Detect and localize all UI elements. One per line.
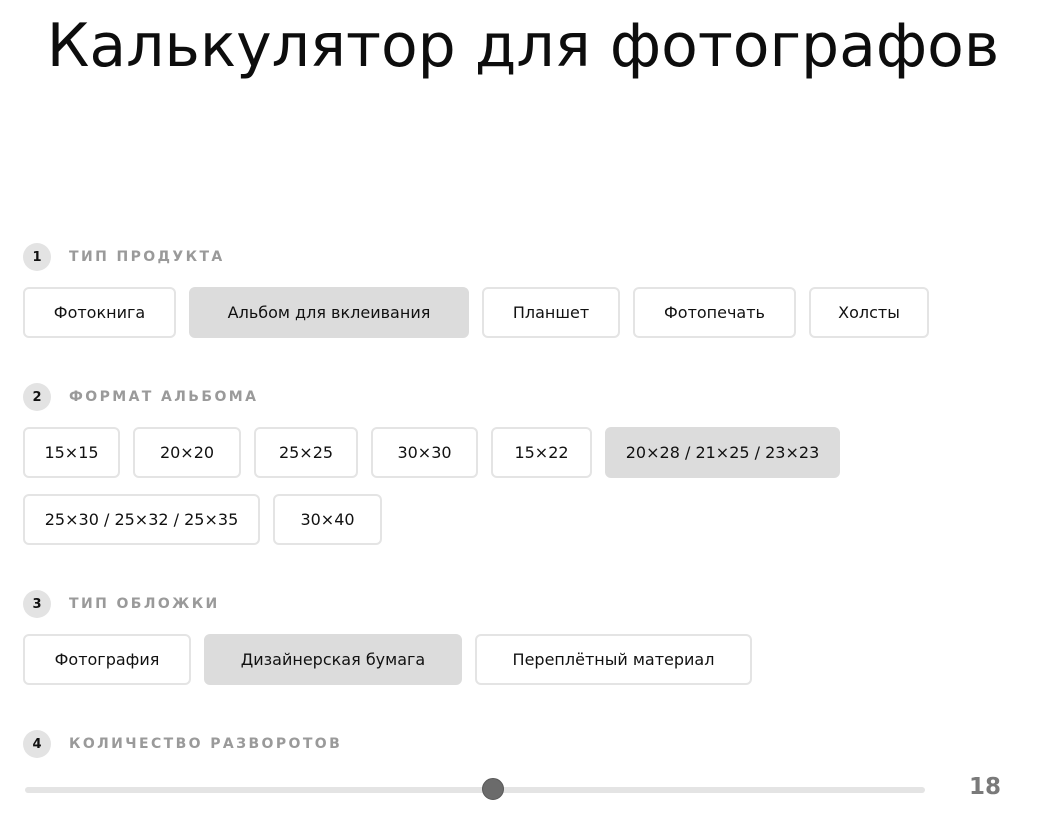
option-format-30x30[interactable]: 30×30 bbox=[371, 427, 478, 478]
section-label: ТИП ПРОДУКТА bbox=[69, 249, 225, 265]
option-photobook[interactable]: Фотокнига bbox=[23, 287, 176, 338]
option-cover-designer-paper[interactable]: Дизайнерская бумага bbox=[204, 634, 462, 685]
section-header-spreads-count: 4 КОЛИЧЕСТВО РАЗВОРОТОВ bbox=[23, 730, 342, 758]
option-format-15x15[interactable]: 15×15 bbox=[23, 427, 120, 478]
cover-type-options: Фотография Дизайнерская бумага Переплётн… bbox=[23, 634, 752, 685]
step-number-badge: 4 bbox=[23, 730, 51, 758]
section-label: КОЛИЧЕСТВО РАЗВОРОТОВ bbox=[69, 736, 343, 752]
option-format-20x28-21x25-23x23[interactable]: 20×28 / 21×25 / 23×23 bbox=[605, 427, 840, 478]
slider-thumb[interactable] bbox=[482, 778, 504, 800]
section-label: ФОРМАТ АЛЬБОМА bbox=[69, 389, 259, 405]
album-format-options-row-2: 25×30 / 25×32 / 25×35 30×40 bbox=[23, 494, 382, 545]
option-format-15x22[interactable]: 15×22 bbox=[491, 427, 592, 478]
section-header-cover-type: 3 ТИП ОБЛОЖКИ bbox=[23, 590, 220, 618]
spreads-slider[interactable] bbox=[25, 778, 925, 800]
step-number-badge: 3 bbox=[23, 590, 51, 618]
option-tablet[interactable]: Планшет bbox=[482, 287, 620, 338]
option-format-25x25[interactable]: 25×25 bbox=[254, 427, 358, 478]
slider-track[interactable] bbox=[25, 787, 925, 793]
section-label: ТИП ОБЛОЖКИ bbox=[69, 596, 220, 612]
step-number-badge: 2 bbox=[23, 383, 51, 411]
option-format-20x20[interactable]: 20×20 bbox=[133, 427, 241, 478]
album-format-options-row-1: 15×15 20×20 25×25 30×30 15×22 20×28 / 21… bbox=[23, 427, 840, 478]
product-type-options: Фотокнига Альбом для вклеивания Планшет … bbox=[23, 287, 929, 338]
option-album-for-gluing[interactable]: Альбом для вклеивания bbox=[189, 287, 469, 338]
option-photoprint[interactable]: Фотопечать bbox=[633, 287, 796, 338]
section-header-album-format: 2 ФОРМАТ АЛЬБОМА bbox=[23, 383, 258, 411]
option-canvas[interactable]: Холсты bbox=[809, 287, 929, 338]
section-header-product-type: 1 ТИП ПРОДУКТА bbox=[23, 243, 225, 271]
option-cover-binding-material[interactable]: Переплётный материал bbox=[475, 634, 752, 685]
option-format-30x40[interactable]: 30×40 bbox=[273, 494, 382, 545]
option-cover-photo[interactable]: Фотография bbox=[23, 634, 191, 685]
page-title: Калькулятор для фотографов bbox=[46, 11, 1000, 81]
spreads-value: 18 bbox=[968, 774, 1001, 800]
option-format-25x30-25x32-25x35[interactable]: 25×30 / 25×32 / 25×35 bbox=[23, 494, 260, 545]
step-number-badge: 1 bbox=[23, 243, 51, 271]
